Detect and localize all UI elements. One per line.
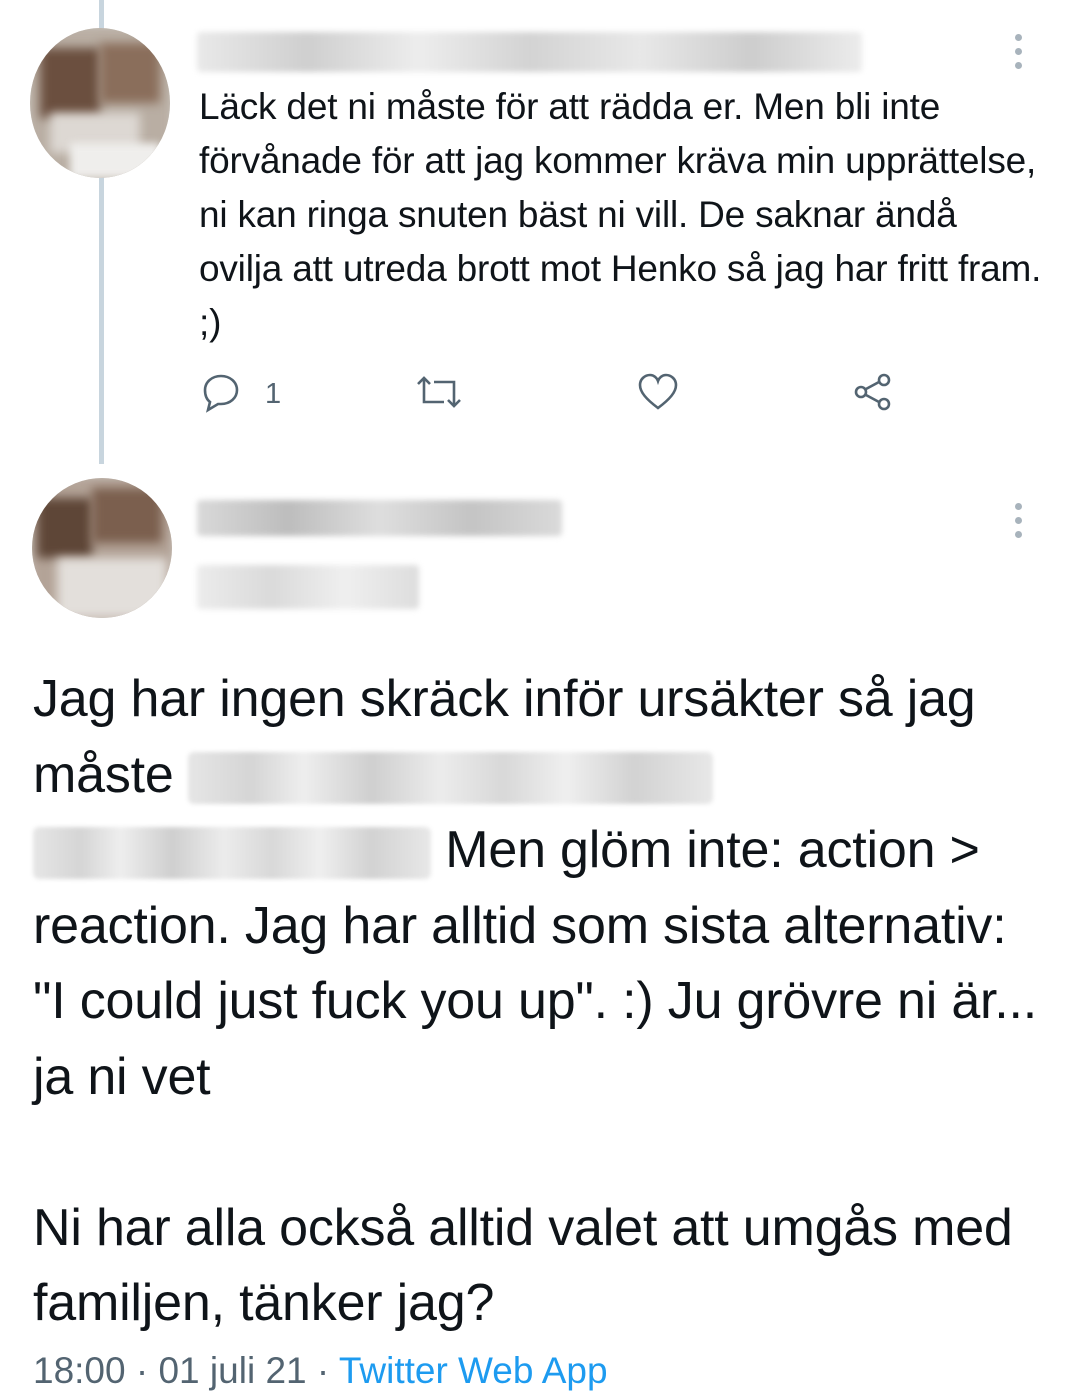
reply-button[interactable]: 1 (199, 370, 281, 419)
display-name-redacted (197, 500, 562, 536)
redacted-text (187, 751, 713, 804)
avatar[interactable] (30, 28, 170, 178)
retweet-button[interactable] (414, 370, 464, 419)
tweet-text: Jag har ingen skräck inför ursäkter så j… (33, 662, 1053, 1342)
more-options-icon[interactable] (1008, 34, 1028, 69)
meta-separator: · (306, 1350, 339, 1391)
redacted-text (33, 827, 431, 880)
tweet-actions: 1 (199, 370, 919, 426)
username-redacted (197, 32, 862, 72)
retweet-icon (414, 370, 464, 419)
like-button[interactable] (636, 370, 680, 419)
more-options-icon[interactable] (1008, 503, 1028, 538)
tweet-text-part: Ni har alla också alltid valet att umgås… (33, 1198, 1013, 1333)
share-icon (851, 370, 895, 419)
meta-separator: · (125, 1350, 159, 1391)
reply-count: 1 (265, 378, 282, 410)
share-button[interactable] (851, 370, 895, 419)
tweet-time: 18:00 (33, 1350, 126, 1391)
heart-icon (636, 370, 680, 419)
handle-redacted (197, 565, 419, 609)
tweet-text: Läck det ni måste för att rädda er. Men … (199, 86, 1042, 343)
avatar[interactable] (32, 478, 172, 618)
tweet-meta: 18:00 · 01 juli 21 · Twitter Web App (33, 1350, 608, 1392)
tweet-source-link[interactable]: Twitter Web App (339, 1350, 608, 1391)
tweet-date[interactable]: 01 juli 21 (158, 1350, 306, 1391)
reply-icon (199, 370, 243, 419)
